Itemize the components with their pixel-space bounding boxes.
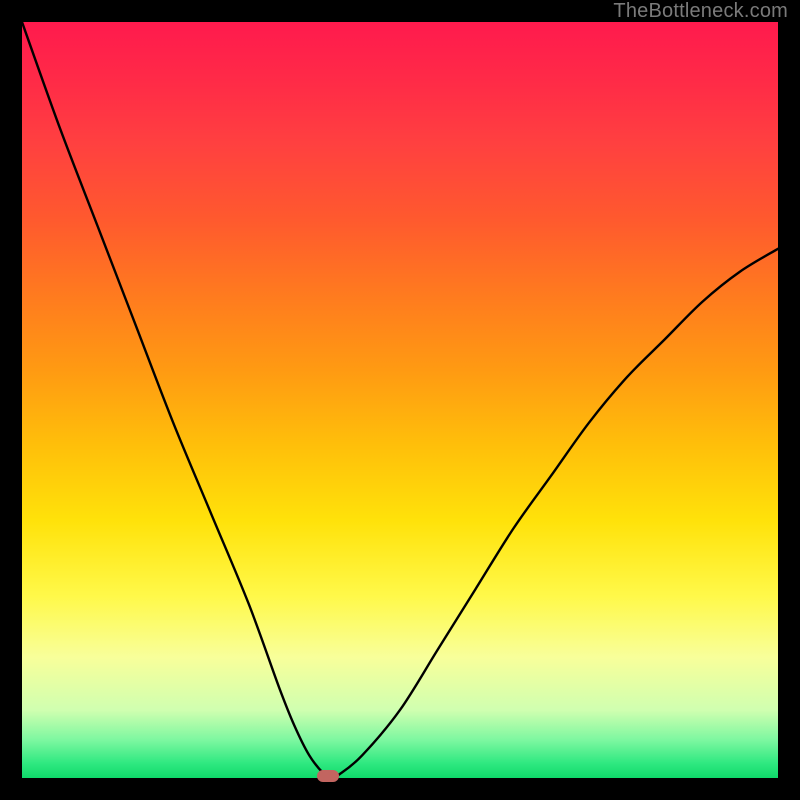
bottleneck-curve xyxy=(22,22,778,777)
bottleneck-curve-layer xyxy=(22,22,778,778)
optimal-point-marker xyxy=(317,770,339,782)
watermark-text: TheBottleneck.com xyxy=(613,0,788,23)
chart-frame xyxy=(22,22,778,778)
